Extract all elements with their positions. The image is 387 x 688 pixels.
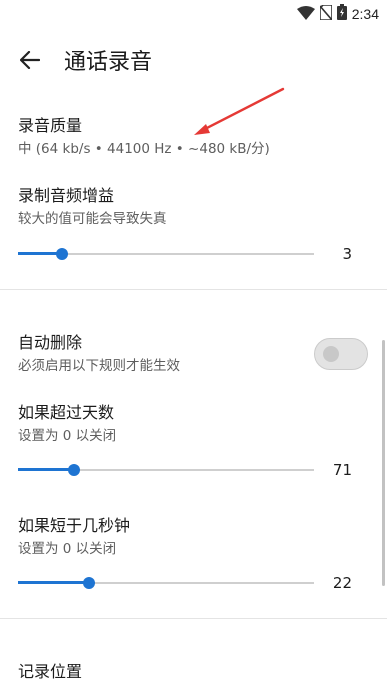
recording-gain-slider[interactable] bbox=[18, 246, 314, 262]
older-than-days-slider[interactable] bbox=[18, 462, 314, 478]
shorter-than-seconds-slider[interactable] bbox=[18, 575, 314, 591]
auto-delete-summary: 必须启用以下规则才能生效 bbox=[18, 358, 180, 374]
page-title: 通话录音 bbox=[64, 50, 153, 75]
shorter-than-seconds-preference: 如果短于几秒钟 设置为 0 以关闭 bbox=[18, 515, 130, 559]
recording-quality-title: 录音质量 bbox=[18, 116, 83, 135]
recording-quality-summary: 中 (64 kb/s • 44100 Hz • ~480 kB/分) bbox=[18, 141, 270, 157]
auto-delete-toggle[interactable] bbox=[314, 338, 368, 370]
older-than-days-value: 71 bbox=[332, 461, 352, 479]
toggle-knob bbox=[323, 346, 339, 362]
older-than-days-summary: 设置为 0 以关闭 bbox=[18, 428, 117, 444]
auto-delete-preference[interactable]: 自动删除 必须启用以下规则才能生效 bbox=[18, 332, 180, 376]
back-button[interactable] bbox=[8, 38, 52, 82]
recording-gain-title: 录制音频增益 bbox=[18, 186, 115, 205]
section-divider bbox=[0, 289, 387, 290]
recording-quality-preference[interactable]: 录音质量 中 (64 kb/s • 44100 Hz • ~480 kB/分) bbox=[18, 115, 270, 159]
wifi-icon bbox=[296, 5, 315, 24]
auto-delete-title: 自动删除 bbox=[18, 333, 83, 352]
scrollbar[interactable] bbox=[382, 340, 385, 586]
recording-gain-summary: 较大的值可能会导致失真 bbox=[18, 211, 167, 227]
status-bar: 2:34 bbox=[0, 0, 387, 30]
no-sim-icon bbox=[318, 3, 333, 24]
older-than-days-title: 如果超过天数 bbox=[18, 403, 115, 422]
battery-icon bbox=[336, 4, 347, 24]
slider-thumb[interactable] bbox=[56, 248, 69, 260]
recording-gain-preference: 录制音频增益 较大的值可能会导致失真 bbox=[18, 185, 167, 229]
slider-thumb[interactable] bbox=[68, 464, 81, 476]
shorter-than-seconds-value: 22 bbox=[332, 574, 352, 592]
status-time: 2:34 bbox=[351, 6, 379, 22]
record-location-preference[interactable]: 记录位置 bbox=[18, 661, 82, 683]
shorter-than-seconds-title: 如果短于几秒钟 bbox=[18, 516, 131, 535]
shorter-than-seconds-summary: 设置为 0 以关闭 bbox=[18, 541, 117, 557]
older-than-days-preference: 如果超过天数 设置为 0 以关闭 bbox=[18, 402, 116, 446]
slider-thumb[interactable] bbox=[83, 577, 96, 589]
recording-gain-value: 3 bbox=[342, 245, 352, 263]
section-divider bbox=[0, 618, 387, 619]
arrow-back-icon bbox=[20, 51, 40, 69]
app-bar: 通话录音 bbox=[0, 30, 387, 92]
record-location-title: 记录位置 bbox=[18, 662, 83, 681]
